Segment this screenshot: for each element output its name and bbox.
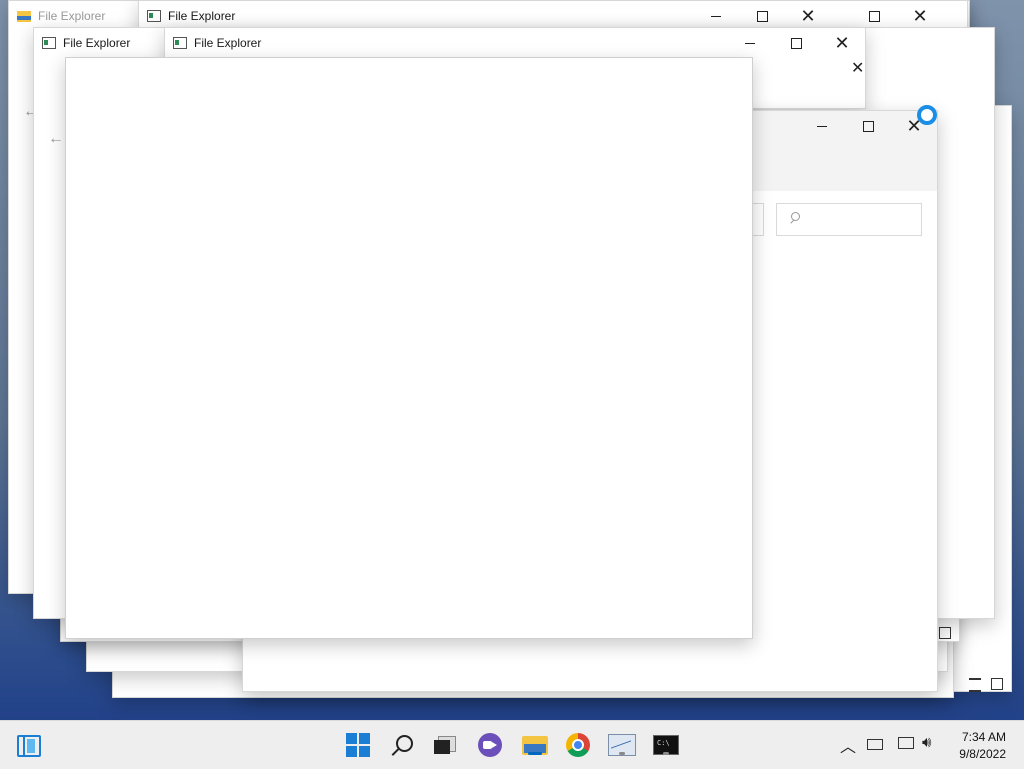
maximize-button[interactable]: [773, 28, 819, 58]
window-title: File Explorer: [194, 36, 262, 50]
maximize-icon: [868, 10, 880, 22]
list-view-icon[interactable]: [969, 678, 981, 692]
window-title: File Explorer: [38, 9, 106, 23]
volume-icon[interactable]: 🔊︎: [922, 734, 931, 751]
keyboard-icon[interactable]: [867, 739, 883, 750]
close-icon[interactable]: ✕: [851, 58, 864, 78]
back-arrow-icon[interactable]: ←: [48, 130, 64, 148]
maximize-icon: [790, 37, 802, 49]
widgets-icon: [17, 735, 41, 757]
details-view-icon[interactable]: [939, 627, 951, 639]
task-view-icon: [434, 736, 456, 754]
task-view-button[interactable]: [430, 731, 458, 759]
clock-time: 7:34 AM: [961, 730, 1006, 744]
close-icon: ✕: [834, 33, 850, 53]
minimize-icon: [745, 42, 755, 44]
details-view-icon[interactable]: [991, 678, 1003, 690]
running-indicator: [663, 752, 669, 755]
clock-date: 9/8/2022: [959, 747, 1006, 761]
minimize-icon: [817, 125, 827, 127]
performance-monitor-taskbar-button[interactable]: [608, 731, 636, 759]
minimize-button[interactable]: [799, 111, 845, 141]
maximize-button[interactable]: [845, 111, 891, 141]
show-hidden-icons-button[interactable]: ︿: [840, 733, 856, 757]
clock[interactable]: 7:34 AM 9/8/2022: [959, 729, 1006, 763]
search-button[interactable]: [388, 731, 416, 759]
command-prompt-taskbar-button[interactable]: C:\: [652, 731, 680, 759]
chat-icon: [478, 733, 502, 757]
folder-icon: [17, 10, 31, 22]
app-window-icon: [173, 37, 187, 49]
file-explorer-window-blank: [65, 57, 753, 639]
app-window-icon: [42, 37, 56, 49]
loading-spinner-icon: [917, 105, 937, 125]
windows-logo-icon: [346, 733, 370, 757]
window-title: File Explorer: [168, 9, 236, 23]
start-button[interactable]: [344, 731, 372, 759]
minimize-button[interactable]: [727, 28, 773, 58]
app-window-icon: [147, 10, 161, 22]
chrome-icon: [566, 733, 590, 757]
maximize-icon: [756, 10, 768, 22]
network-icon[interactable]: [898, 737, 914, 749]
chevron-up-icon: ︿: [840, 739, 857, 756]
chat-button[interactable]: [476, 731, 504, 759]
close-icon: ✕: [800, 6, 816, 26]
taskbar: C:\ ︿ 🔊︎ 7:34 AM 9/8/2022: [0, 720, 1024, 769]
widgets-button[interactable]: [14, 731, 42, 759]
search-icon: [391, 734, 413, 756]
minimize-icon: [711, 15, 721, 17]
running-indicator: [619, 752, 625, 755]
close-icon: ✕: [912, 6, 928, 26]
window-title: File Explorer: [63, 36, 131, 50]
file-explorer-taskbar-button[interactable]: [520, 731, 550, 759]
active-indicator: [528, 752, 542, 755]
search-input[interactable]: [776, 203, 922, 236]
maximize-icon: [862, 120, 874, 132]
chrome-taskbar-button[interactable]: [564, 731, 592, 759]
close-button[interactable]: ✕: [819, 28, 865, 58]
